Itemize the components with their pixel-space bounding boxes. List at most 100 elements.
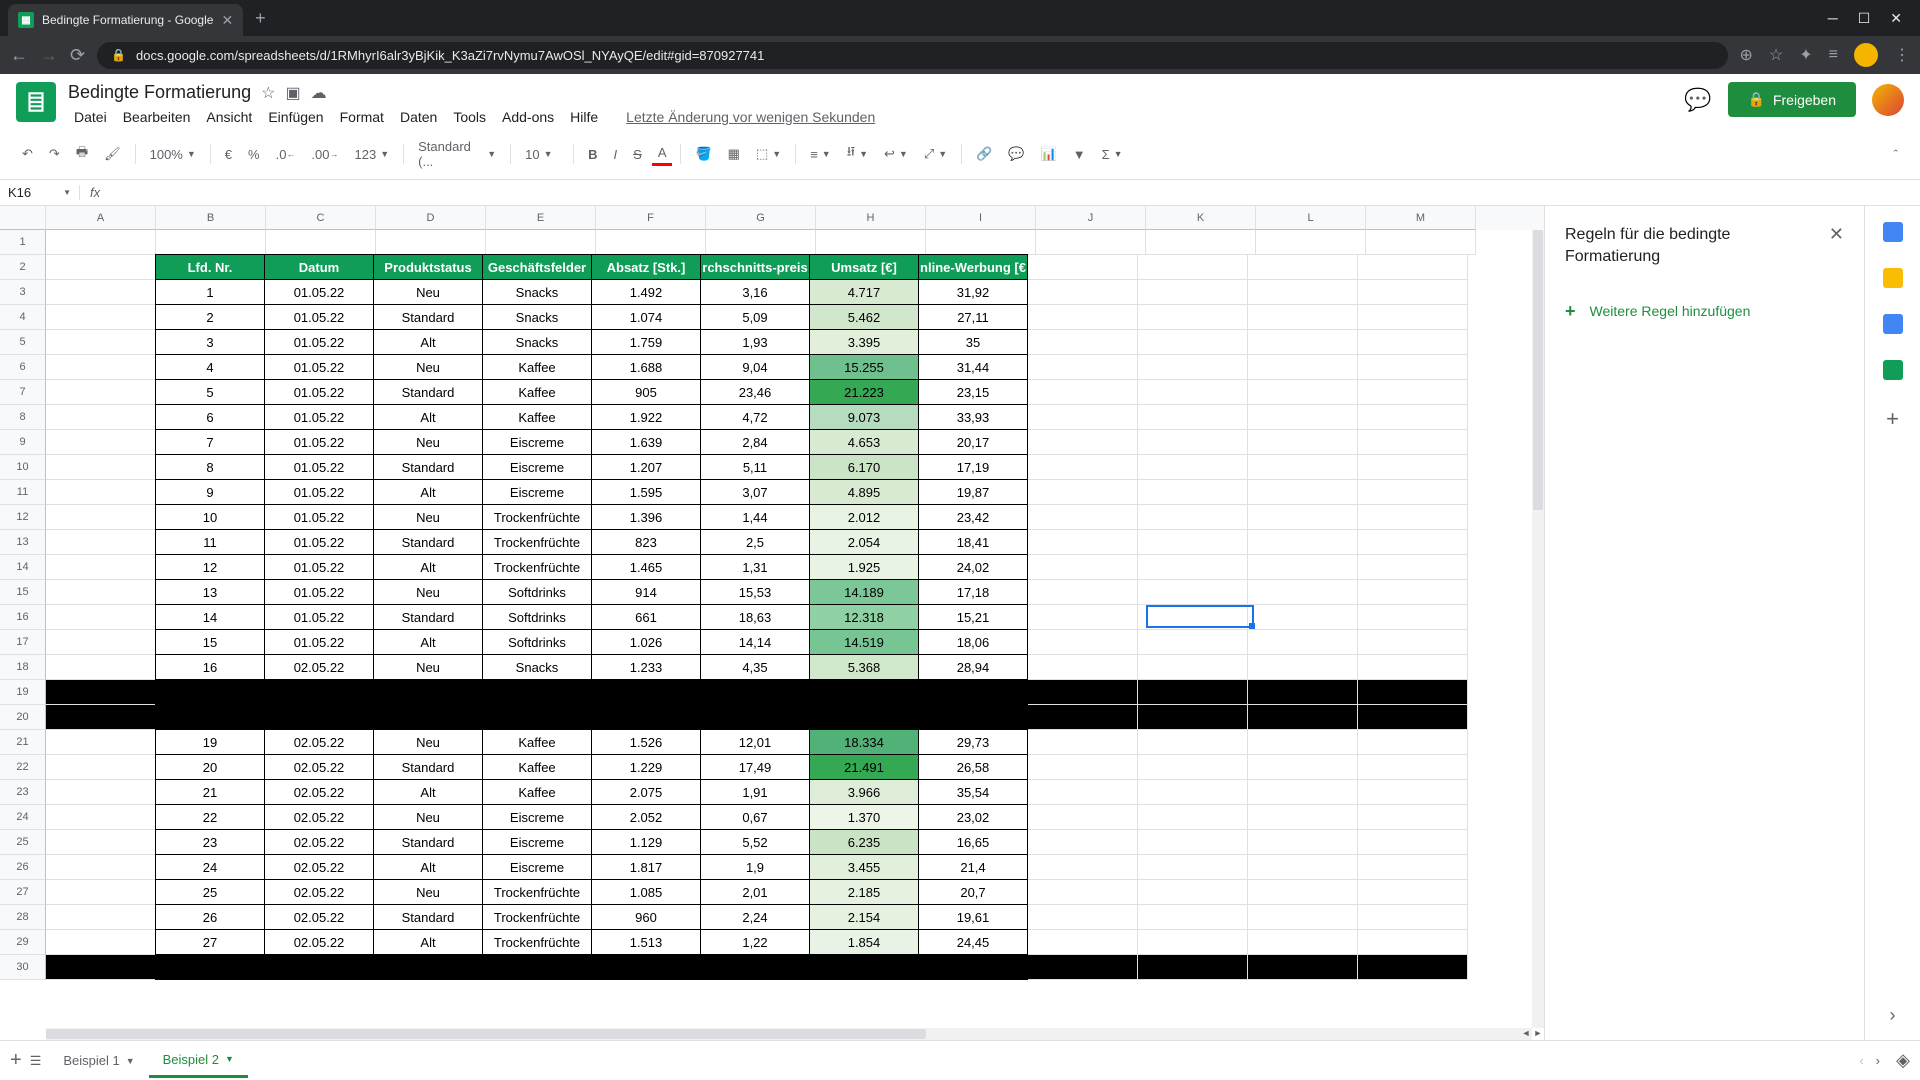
cell-K19[interactable] — [1138, 680, 1248, 705]
star-icon[interactable]: ☆ — [261, 83, 275, 103]
cell-F24[interactable]: 2.052 — [591, 804, 701, 830]
maximize-icon[interactable]: ☐ — [1858, 10, 1871, 27]
cell-C16[interactable]: 01.05.22 — [264, 604, 374, 630]
cell-L20[interactable] — [1248, 705, 1358, 730]
cell-J25[interactable] — [1028, 830, 1138, 855]
menu-ansicht[interactable]: Ansicht — [200, 105, 258, 129]
cell-E2[interactable]: Geschäftsfelder — [482, 254, 592, 280]
cell-G27[interactable]: 2,01 — [700, 879, 810, 905]
cell-C21[interactable]: 02.05.22 — [264, 729, 374, 755]
row-header-18[interactable]: 18 — [0, 655, 46, 680]
cell-K8[interactable] — [1138, 405, 1248, 430]
tab-nav-right-icon[interactable]: › — [1876, 1053, 1880, 1068]
close-panel-icon[interactable]: ✕ — [1829, 224, 1844, 245]
cell-A4[interactable] — [46, 305, 156, 330]
cell-H21[interactable]: 18.334 — [809, 729, 919, 755]
cell-K7[interactable] — [1138, 380, 1248, 405]
cell-B22[interactable]: 20 — [155, 754, 265, 780]
cell-F25[interactable]: 1.129 — [591, 829, 701, 855]
cell-M21[interactable] — [1358, 730, 1468, 755]
cell-D16[interactable]: Standard — [373, 604, 483, 630]
cell-B6[interactable]: 4 — [155, 354, 265, 380]
cell-L10[interactable] — [1248, 455, 1358, 480]
cell-H15[interactable]: 14.189 — [809, 579, 919, 605]
extensions-icon[interactable]: ✦ — [1799, 45, 1812, 65]
cell-D28[interactable]: Standard — [373, 904, 483, 930]
cell-L6[interactable] — [1248, 355, 1358, 380]
cell-H12[interactable]: 2.012 — [809, 504, 919, 530]
reading-list-icon[interactable]: ≡ — [1829, 46, 1838, 64]
cell-I25[interactable]: 16,65 — [918, 829, 1028, 855]
all-sheets-button[interactable]: ☰ — [30, 1053, 42, 1069]
undo-icon[interactable]: ↶ — [16, 142, 39, 166]
cell-K18[interactable] — [1138, 655, 1248, 680]
cell-C17[interactable]: 01.05.22 — [264, 629, 374, 655]
cell-H27[interactable]: 2.185 — [809, 879, 919, 905]
cell-K12[interactable] — [1138, 505, 1248, 530]
cell-F11[interactable]: 1.595 — [591, 479, 701, 505]
cell-A28[interactable] — [46, 905, 156, 930]
cell-L29[interactable] — [1248, 930, 1358, 955]
cell-G13[interactable]: 2,5 — [700, 529, 810, 555]
cell-G20[interactable] — [700, 704, 810, 730]
sheet-tab-beispiel-2[interactable]: Beispiel 2▼ — [149, 1044, 248, 1078]
back-icon[interactable]: ← — [10, 45, 28, 66]
rail-app-icon-2[interactable] — [1883, 314, 1903, 334]
cell-F30[interactable] — [591, 954, 701, 980]
cell-H8[interactable]: 9.073 — [809, 404, 919, 430]
cell-M17[interactable] — [1358, 630, 1468, 655]
cell-M29[interactable] — [1358, 930, 1468, 955]
insert-link-icon[interactable]: 🔗 — [970, 142, 998, 166]
cell-J6[interactable] — [1028, 355, 1138, 380]
cell-D27[interactable]: Neu — [373, 879, 483, 905]
cell-H23[interactable]: 3.966 — [809, 779, 919, 805]
cell-L1[interactable] — [1256, 230, 1366, 255]
row-header-16[interactable]: 16 — [0, 605, 46, 630]
cell-K10[interactable] — [1138, 455, 1248, 480]
cell-B17[interactable]: 15 — [155, 629, 265, 655]
cell-A2[interactable] — [46, 255, 156, 280]
cell-I15[interactable]: 17,18 — [918, 579, 1028, 605]
cell-C28[interactable]: 02.05.22 — [264, 904, 374, 930]
cell-D24[interactable]: Neu — [373, 804, 483, 830]
cell-A7[interactable] — [46, 380, 156, 405]
forward-icon[interactable]: → — [40, 45, 58, 66]
cell-B7[interactable]: 5 — [155, 379, 265, 405]
cell-B8[interactable]: 6 — [155, 404, 265, 430]
row-header-1[interactable]: 1 — [0, 230, 46, 255]
cell-J5[interactable] — [1028, 330, 1138, 355]
cell-L25[interactable] — [1248, 830, 1358, 855]
cell-G24[interactable]: 0,67 — [700, 804, 810, 830]
filter-icon[interactable]: ▼ — [1067, 143, 1092, 166]
cell-A29[interactable] — [46, 930, 156, 955]
cell-J4[interactable] — [1028, 305, 1138, 330]
cell-M22[interactable] — [1358, 755, 1468, 780]
cell-D18[interactable]: Neu — [373, 654, 483, 680]
cell-H3[interactable]: 4.717 — [809, 279, 919, 305]
cell-D25[interactable]: Standard — [373, 829, 483, 855]
cell-I29[interactable]: 24,45 — [918, 929, 1028, 955]
cell-J11[interactable] — [1028, 480, 1138, 505]
cell-E7[interactable]: Kaffee — [482, 379, 592, 405]
row-header-20[interactable]: 20 — [0, 705, 46, 730]
cell-G3[interactable]: 3,16 — [700, 279, 810, 305]
row-header-19[interactable]: 19 — [0, 680, 46, 705]
profile-avatar[interactable] — [1854, 43, 1878, 67]
cell-B13[interactable]: 11 — [155, 529, 265, 555]
row-header-8[interactable]: 8 — [0, 405, 46, 430]
cell-M26[interactable] — [1358, 855, 1468, 880]
cell-G9[interactable]: 2,84 — [700, 429, 810, 455]
cell-C20[interactable] — [264, 704, 374, 730]
zoom-indicator-icon[interactable]: ⊕ — [1740, 45, 1753, 65]
cell-I27[interactable]: 20,7 — [918, 879, 1028, 905]
cell-F28[interactable]: 960 — [591, 904, 701, 930]
cell-B1[interactable] — [156, 230, 266, 255]
cell-A12[interactable] — [46, 505, 156, 530]
cell-J1[interactable] — [1036, 230, 1146, 255]
cell-K22[interactable] — [1138, 755, 1248, 780]
cell-B9[interactable]: 7 — [155, 429, 265, 455]
column-header-M[interactable]: M — [1366, 206, 1476, 230]
text-rotation-icon[interactable]: ⤢▼ — [918, 142, 953, 166]
row-header-5[interactable]: 5 — [0, 330, 46, 355]
print-icon[interactable]: 🖶 — [70, 139, 94, 169]
